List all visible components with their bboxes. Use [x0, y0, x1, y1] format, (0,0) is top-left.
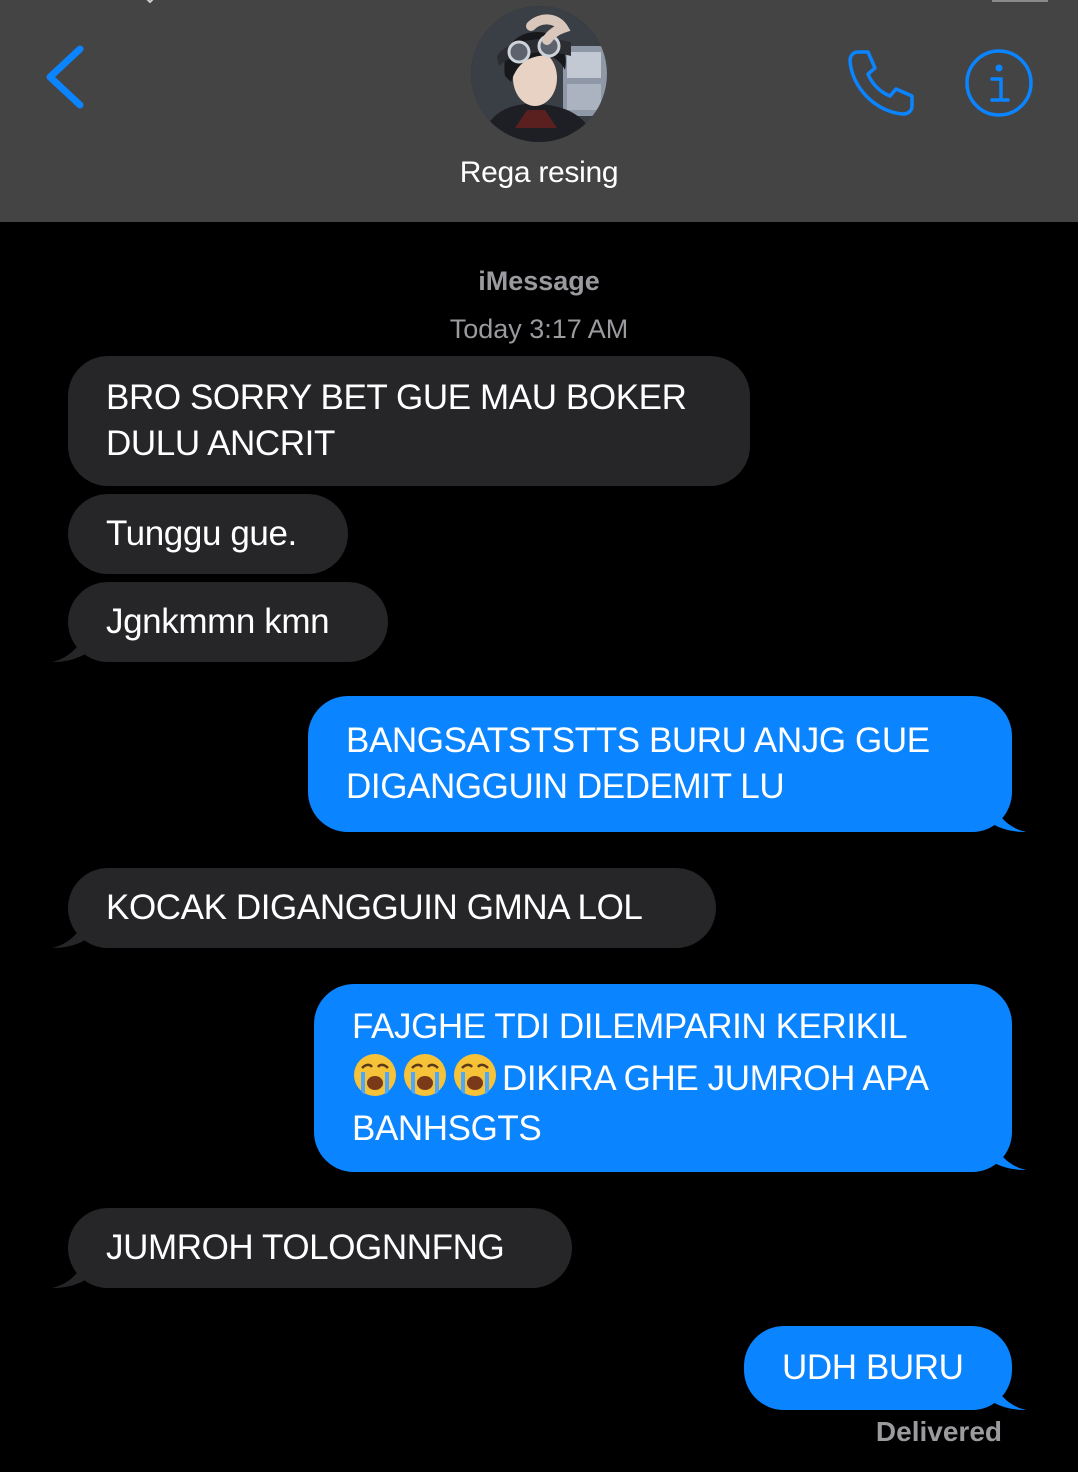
incoming-message[interactable]: JUMROH TOLOGNNFNG	[68, 1208, 572, 1288]
incoming-message[interactable]: KOCAK DIGANGGUIN GMNA LOL	[68, 868, 716, 948]
message-text: BANGSATSTSTTS BURU ANJG GUE DIGANGGUIN D…	[346, 721, 930, 806]
message-timestamp: Today 3:17 AM	[449, 314, 629, 344]
phone-icon	[848, 50, 914, 116]
conversation-header: Rega resing	[0, 0, 1078, 222]
info-icon	[965, 49, 1033, 117]
outgoing-message[interactable]: BANGSATSTSTTS BURU ANJG GUE DIGANGGUIN D…	[308, 696, 1012, 832]
avatar-photo	[471, 6, 607, 142]
contact-avatar[interactable]	[471, 6, 607, 142]
message-text: FAJGHE TDI DILEMPARIN KERIKIL DIKIRA GHE…	[352, 1002, 982, 1154]
contact-name[interactable]: Rega resing	[0, 156, 1078, 190]
message-text: KOCAK DIGANGGUIN GMNA LOL	[106, 888, 643, 927]
message-text: Tunggu gue.	[106, 514, 297, 553]
incoming-message[interactable]: BRO SORRY BET GUE MAU BOKER DULU ANCRIT	[68, 356, 750, 486]
incoming-message[interactable]: Jgnkmmn kmn	[68, 582, 388, 662]
message-text: Jgnkmmn kmn	[106, 602, 330, 641]
message-text: UDH BURU	[782, 1348, 964, 1387]
back-button[interactable]	[40, 44, 90, 110]
incoming-message[interactable]: Tunggu gue.	[68, 494, 348, 574]
info-button[interactable]	[962, 46, 1036, 120]
loudly-crying-face-emoji	[454, 1054, 496, 1096]
loudly-crying-face-emoji	[354, 1054, 396, 1096]
message-text: BRO SORRY BET GUE MAU BOKER DULU ANCRIT	[106, 378, 687, 463]
status-bar-glyph	[146, 0, 154, 4]
outgoing-message[interactable]: FAJGHE TDI DILEMPARIN KERIKIL DIKIRA GHE…	[314, 984, 1012, 1172]
chevron-left-icon	[46, 45, 84, 109]
delivery-status: Delivered	[875, 1416, 1002, 1447]
service-label: iMessage	[478, 266, 600, 296]
status-bar-line	[992, 0, 1048, 2]
outgoing-message[interactable]: UDH BURU	[744, 1326, 1012, 1410]
call-button[interactable]	[844, 48, 916, 118]
message-text: JUMROH TOLOGNNFNG	[106, 1228, 505, 1267]
message-text-part: FAJGHE TDI DILEMPARIN KERIKIL	[352, 1007, 908, 1046]
loudly-crying-face-emoji	[404, 1054, 446, 1096]
messages-screen: Rega resing iMessage Today 3:17 AM BRO S…	[0, 0, 1078, 1472]
